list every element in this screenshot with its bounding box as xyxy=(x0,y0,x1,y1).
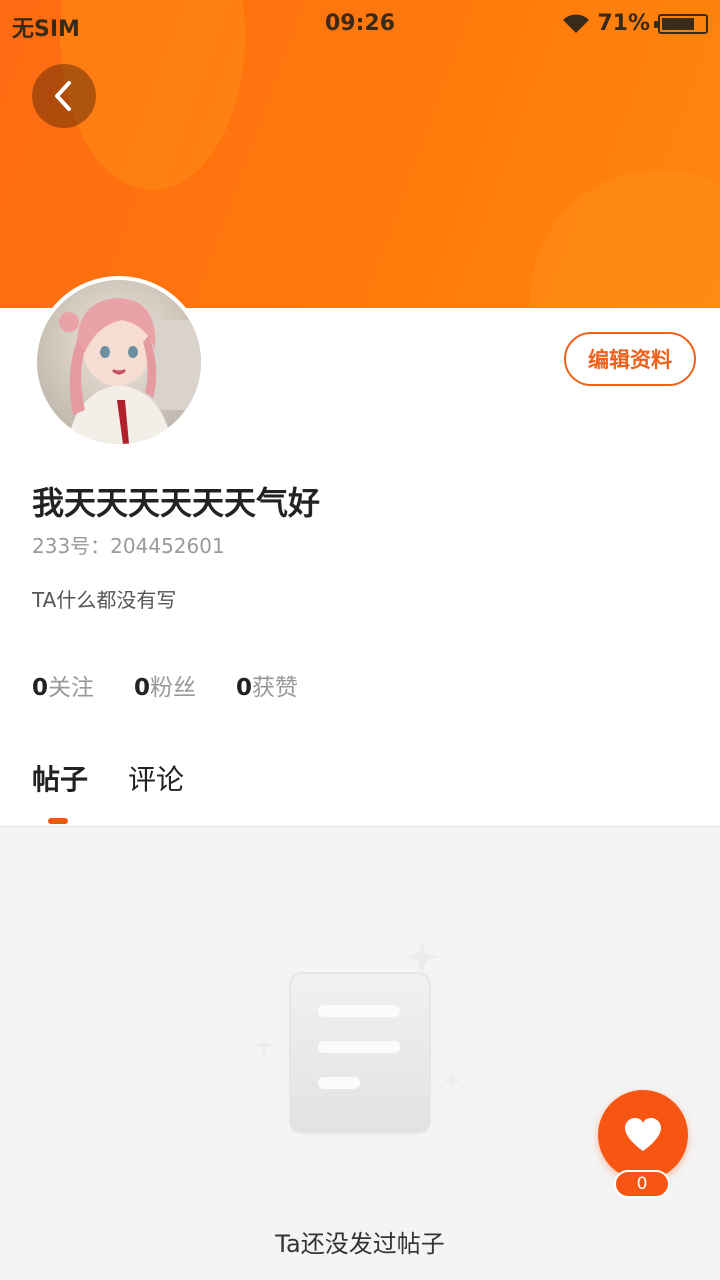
wifi-icon xyxy=(563,13,590,33)
stat-label: 获赞 xyxy=(252,675,299,701)
user-id: 233号：204452601 xyxy=(32,534,225,558)
status-bar: 无SIM 09:26 71% xyxy=(0,0,720,50)
tab-label: 评论 xyxy=(128,763,185,796)
tab-posts[interactable]: 帖子 xyxy=(32,758,89,824)
stat-count: 0 xyxy=(32,675,49,701)
battery-icon xyxy=(654,13,708,34)
battery-percent: 71% xyxy=(597,11,650,36)
stats-row: 0关注 0粉丝 0获赞 xyxy=(32,668,298,702)
stat-followers[interactable]: 0粉丝 xyxy=(134,668,196,702)
tab-comments[interactable]: 评论 xyxy=(128,758,184,798)
tab-label: 帖子 xyxy=(32,763,89,796)
stat-count: 0 xyxy=(134,675,151,701)
stat-following[interactable]: 0关注 xyxy=(32,668,94,702)
tab-indicator xyxy=(48,818,68,824)
empty-state-text: Ta还没发过帖子 xyxy=(275,1230,445,1258)
like-button[interactable] xyxy=(598,1090,688,1180)
back-button[interactable] xyxy=(32,64,96,128)
stat-label: 粉丝 xyxy=(150,675,197,701)
decorative-circle xyxy=(530,170,720,308)
avatar-image xyxy=(37,280,201,444)
stat-label: 关注 xyxy=(48,675,95,701)
chevron-left-icon xyxy=(55,81,71,111)
empty-document-icon xyxy=(254,940,460,1134)
heart-icon xyxy=(625,1118,661,1151)
edit-profile-button[interactable]: 编辑资料 xyxy=(564,332,696,386)
status-right: 71% xyxy=(561,11,708,36)
stat-count: 0 xyxy=(236,675,253,701)
username: 我天天天天天天气好 xyxy=(32,484,321,522)
stat-likes[interactable]: 0获赞 xyxy=(236,668,298,702)
bio: TA什么都没有写 xyxy=(32,588,177,612)
avatar[interactable] xyxy=(33,276,205,448)
profile-tabs: 帖子 评论 xyxy=(32,758,184,824)
like-count-badge: 0 xyxy=(614,1170,670,1198)
